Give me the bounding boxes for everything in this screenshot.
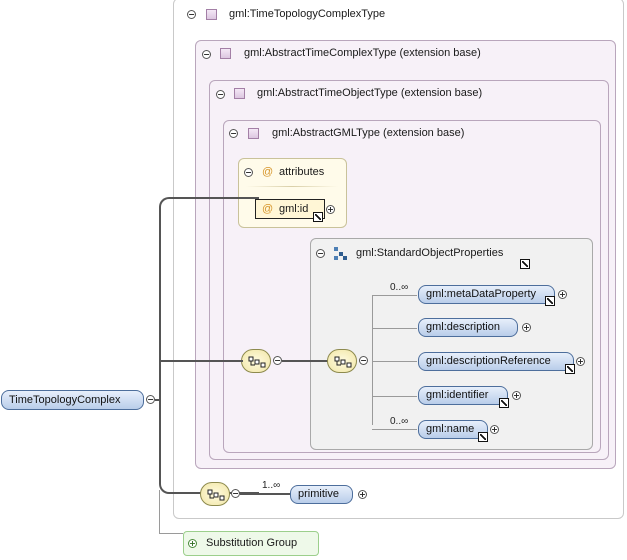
type-link-icon[interactable] (499, 398, 509, 408)
attributes-collapse-toggle[interactable]: − (244, 168, 253, 177)
connector-line (240, 493, 292, 495)
level3-collapse-toggle[interactable]: − (229, 129, 238, 138)
level1-collapse-toggle[interactable]: − (202, 50, 211, 59)
at-icon: @ (262, 203, 274, 215)
multiplicity-label: 0..∞ (390, 282, 409, 293)
element-expand-toggle[interactable]: + (558, 290, 567, 299)
complex-type-icon (248, 128, 259, 139)
group-title: gml:StandardObjectProperties (356, 247, 504, 259)
substitution-group-label: Substitution Group (206, 537, 298, 549)
level3-title: gml:AbstractGMLType (extension base) (272, 127, 465, 139)
substitution-connector (159, 490, 160, 534)
sequence-compositor-icon[interactable] (327, 349, 357, 373)
at-icon: @ (262, 166, 274, 178)
attributes-title: attributes (279, 166, 325, 178)
complex-type-icon (206, 9, 217, 20)
sequence-collapse-toggle[interactable]: − (359, 356, 368, 365)
branch-line (372, 328, 417, 329)
type-link-icon[interactable] (520, 259, 530, 269)
type-link-icon[interactable] (313, 212, 323, 222)
attribute-expand-toggle[interactable]: + (326, 205, 335, 214)
element-expand-toggle[interactable]: + (512, 391, 521, 400)
level1-title: gml:AbstractTimeComplexType (extension b… (244, 47, 481, 59)
element-expand-toggle[interactable]: + (358, 490, 367, 499)
substitution-connector (159, 533, 183, 534)
branch-line (372, 396, 417, 397)
complex-type-icon (234, 88, 245, 99)
substitution-expand-toggle[interactable]: + (188, 539, 197, 548)
type-link-icon[interactable] (545, 296, 555, 306)
branch-line (372, 295, 417, 296)
element-primitive[interactable]: primitive (290, 485, 353, 504)
root-collapse-toggle[interactable]: − (146, 395, 155, 404)
complex-type-icon (220, 48, 231, 59)
element-meta-data-property[interactable]: gml:metaDataProperty (418, 285, 555, 304)
multiplicity-label: 1..∞ (262, 480, 281, 491)
element-expand-toggle[interactable]: + (522, 323, 531, 332)
connector-line (159, 197, 259, 494)
multiplicity-label: 0..∞ (390, 416, 409, 427)
connector-line (159, 360, 243, 362)
level2-collapse-toggle[interactable]: − (216, 90, 225, 99)
sequence-collapse-toggle[interactable]: − (231, 489, 240, 498)
sequence-collapse-toggle[interactable]: − (273, 356, 282, 365)
branch-line (372, 361, 417, 362)
sequence-compositor-icon[interactable] (200, 482, 230, 506)
element-description[interactable]: gml:description (418, 318, 518, 337)
type-box-collapse-toggle[interactable]: − (187, 10, 196, 19)
type-link-icon[interactable] (565, 364, 575, 374)
branch-line (372, 295, 373, 425)
type-link-icon[interactable] (478, 432, 488, 442)
level2-title: gml:AbstractTimeObjectType (extension ba… (257, 87, 483, 99)
element-expand-toggle[interactable]: + (576, 357, 585, 366)
model-group-icon (334, 247, 347, 260)
branch-line (372, 429, 417, 430)
connector-line (282, 360, 330, 362)
element-expand-toggle[interactable]: + (490, 425, 499, 434)
group-collapse-toggle[interactable]: − (316, 249, 325, 258)
attribute-name: gml:id (279, 203, 309, 215)
element-description-reference[interactable]: gml:descriptionReference (418, 352, 574, 371)
element-identifier[interactable]: gml:identifier (418, 386, 508, 405)
type-box-title: gml:TimeTopologyComplexType (229, 8, 386, 20)
attributes-divider (246, 186, 338, 187)
standard-object-properties-group (310, 238, 593, 450)
root-element-time-topology-complex[interactable]: TimeTopologyComplex (1, 390, 144, 410)
